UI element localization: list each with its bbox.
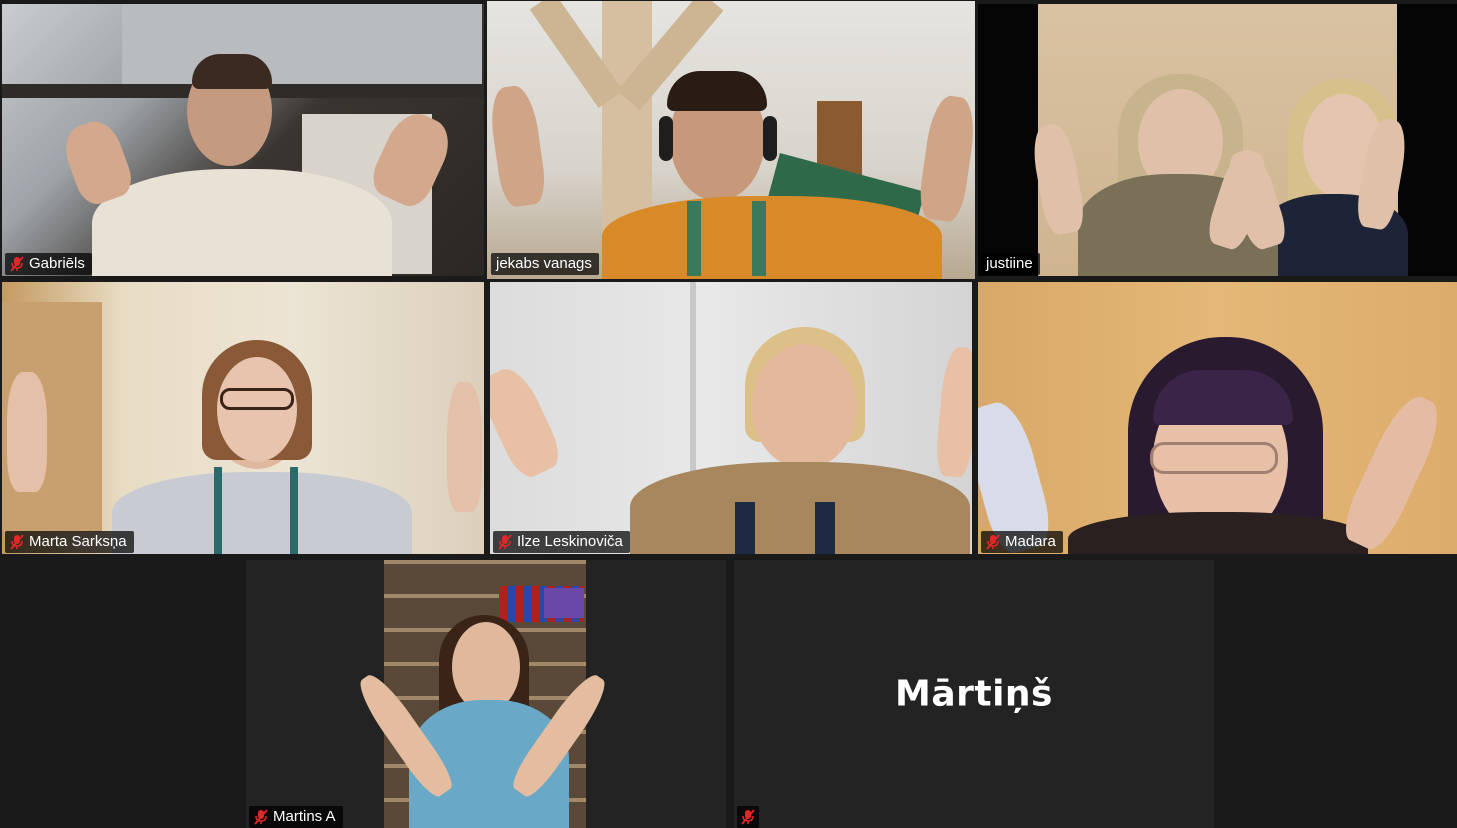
microphone-muted-icon bbox=[10, 256, 24, 272]
participant-video bbox=[487, 1, 975, 279]
participant-video bbox=[2, 4, 484, 276]
microphone-muted-icon bbox=[741, 809, 755, 825]
microphone-muted-icon bbox=[498, 534, 512, 550]
participant-video bbox=[978, 282, 1457, 554]
participant-name: Marta Sarksņa bbox=[29, 533, 127, 550]
participant-name: justiine bbox=[986, 255, 1033, 272]
participant-video bbox=[490, 282, 972, 554]
microphone-muted-icon bbox=[986, 534, 1000, 550]
participant-tile-marta-sarksna[interactable]: Marta Sarksņa bbox=[2, 282, 484, 554]
participant-tile-justiine[interactable]: justiine bbox=[978, 4, 1457, 276]
participant-display-name: Mārtiņš bbox=[895, 673, 1053, 715]
participant-tile-ilze-leskinovica[interactable]: Ilze Leskinoviča bbox=[490, 282, 972, 554]
participant-tile-martins[interactable]: Mārtiņš bbox=[734, 560, 1214, 828]
microphone-muted-icon bbox=[10, 534, 24, 550]
participant-name-tag: justiine bbox=[981, 253, 1040, 275]
participant-name: Martins A bbox=[273, 808, 336, 825]
participant-name-tag: Madara bbox=[981, 531, 1063, 553]
video-grid: Gabriēls jekabs vanags justiine Marta Sa… bbox=[0, 0, 1457, 828]
participant-name-tag: jekabs vanags bbox=[491, 253, 599, 275]
participant-name: Gabriēls bbox=[29, 255, 85, 272]
participant-tile-madara[interactable]: Madara bbox=[978, 282, 1457, 554]
microphone-muted-icon bbox=[254, 809, 268, 825]
participant-name: Ilze Leskinoviča bbox=[517, 533, 623, 550]
participant-name-tag bbox=[737, 806, 759, 828]
participant-tile-jekabs-vanags[interactable]: jekabs vanags bbox=[487, 1, 975, 279]
participant-video bbox=[1028, 4, 1411, 276]
participant-name: Madara bbox=[1005, 533, 1056, 550]
participant-name-tag: Ilze Leskinoviča bbox=[493, 531, 630, 553]
participant-video bbox=[351, 560, 614, 828]
participant-name-tag: Martins A bbox=[249, 806, 343, 828]
participant-name-tag: Marta Sarksņa bbox=[5, 531, 134, 553]
participant-tile-gabriels[interactable]: Gabriēls bbox=[2, 4, 484, 276]
participant-name: jekabs vanags bbox=[496, 255, 592, 272]
participant-tile-martins-a[interactable]: Martins A bbox=[246, 560, 726, 828]
participant-video bbox=[2, 282, 484, 554]
participant-name-tag: Gabriēls bbox=[5, 253, 92, 275]
